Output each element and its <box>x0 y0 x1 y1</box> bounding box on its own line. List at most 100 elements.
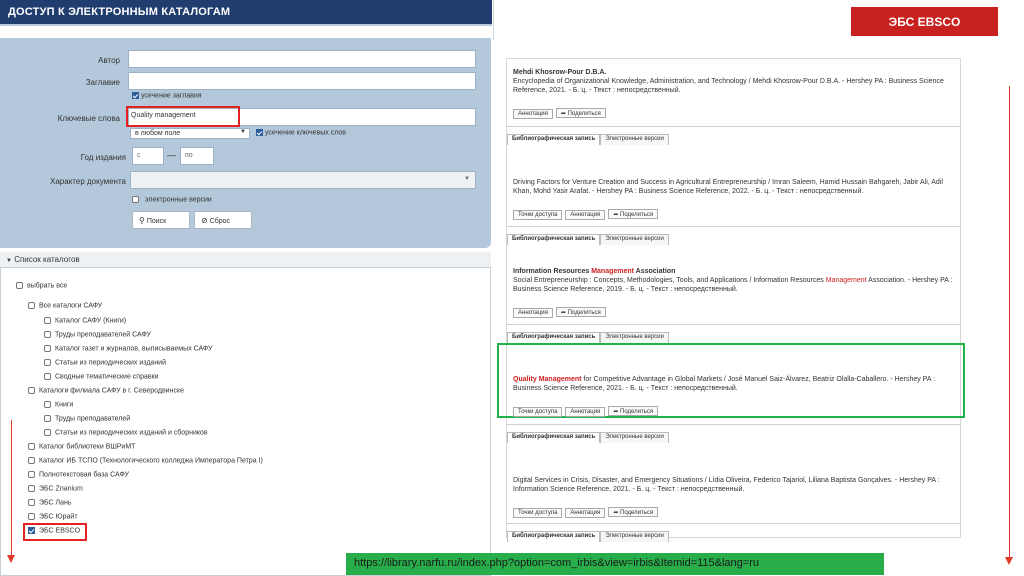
catalog-item[interactable]: Сводные тематические справки <box>44 373 159 380</box>
record-text: Social Entrepreneurship : Concepts, Meth… <box>513 277 953 293</box>
electronic-option[interactable]: электронные версии <box>132 196 212 203</box>
catalog-item[interactable]: Книги <box>44 401 73 408</box>
share-button[interactable]: ➦ Поделиться <box>555 307 606 317</box>
title-cut-checkbox[interactable] <box>132 92 139 99</box>
tab-electronic[interactable]: Электронные версии <box>600 134 669 145</box>
year-from-input[interactable]: с <box>132 147 164 165</box>
catalog-item[interactable]: Каталог библиотеки ВШРиМТ <box>28 443 135 450</box>
access-points-button[interactable]: Точки доступа <box>513 407 563 417</box>
arrow-down-icon <box>7 555 15 563</box>
year-dash: — <box>167 150 176 160</box>
author-label: Автор <box>98 56 120 65</box>
ebsco-badge: ЭБС EBSCO <box>851 7 998 36</box>
arrow-left-line <box>11 420 12 556</box>
record-tabs: Библиографическая запись Электронные верс… <box>507 425 669 443</box>
search-button[interactable]: ⚲ Поиск <box>132 211 190 229</box>
record-text: Digital Services in Crisis, Disaster, an… <box>513 477 940 493</box>
share-button[interactable]: ➦ Поделиться <box>608 209 659 219</box>
title-label: Заглавие <box>85 78 120 87</box>
keyword-cut-checkbox[interactable] <box>256 129 263 136</box>
annotation-button[interactable]: Аннотация <box>565 210 606 220</box>
record-tabs: Библиографическая запись Электронные верс… <box>507 127 669 145</box>
arrow-down-icon <box>1005 557 1013 565</box>
record-actions: Точки доступа Аннотация ➦ Поделиться <box>513 501 661 519</box>
chevron-down-icon: ▼ <box>464 176 470 182</box>
share-icon: ➦ <box>613 510 621 516</box>
catalog-item[interactable]: Статьи из периодических изданий и сборни… <box>44 429 208 436</box>
catalog-item[interactable]: Каталоги филиала САФУ в г. Северодвинске <box>28 387 184 394</box>
year-to-input[interactable]: по <box>180 147 214 165</box>
catalog-item[interactable]: Каталог САФУ (Книги) <box>44 317 126 324</box>
tab-electronic[interactable]: Электронные версии <box>600 531 669 542</box>
electronic-checkbox[interactable] <box>132 196 139 203</box>
tab-bibliographic[interactable]: Библиографическая запись <box>507 332 601 343</box>
annotation-button[interactable]: Аннотация <box>513 308 553 318</box>
tab-electronic[interactable]: Электронные версии <box>600 234 669 245</box>
record-text: Encyclopedia of Organizational Knowledge… <box>513 78 944 94</box>
page-header: ДОСТУП К ЭЛЕКТРОННЫМ КАТАЛОГАМ <box>0 0 492 26</box>
chevron-down-icon: ▼ <box>240 129 246 135</box>
catalog-item[interactable]: Каталог газет и журналов, выписываемых С… <box>44 345 212 352</box>
doc-type-select[interactable]: ▼ <box>130 171 476 189</box>
record-text: Quality Management for Competitive Advan… <box>513 376 936 392</box>
share-icon: ➦ <box>613 212 621 218</box>
record-actions: Точки доступа Аннотация ➦ Поделиться <box>513 400 661 418</box>
access-points-button[interactable]: Точки доступа <box>513 210 563 220</box>
catalog-item[interactable]: Статьи из периодических изданий <box>44 359 166 366</box>
catalog-item[interactable]: Каталог ИБ ТСПО (Технологического коллед… <box>28 457 263 464</box>
tab-electronic[interactable]: Электронные версии <box>600 432 669 443</box>
arrow-right-line <box>1009 86 1010 558</box>
url-label: https://library.narfu.ru/index.php?optio… <box>346 553 884 575</box>
annotation-button[interactable]: Аннотация <box>565 407 606 417</box>
ebsco-checkbox[interactable] <box>28 527 35 534</box>
annotation-button[interactable]: Аннотация <box>513 109 553 119</box>
catalog-list-header[interactable]: ▼ Список каталогов <box>0 252 491 268</box>
header-divider <box>493 0 494 40</box>
share-icon: ➦ <box>613 409 621 415</box>
reset-button[interactable]: ⊘ Сброс <box>194 211 252 229</box>
keywords-highlight: Quality management <box>126 106 240 127</box>
select-all-option[interactable]: выбрать все <box>16 282 67 289</box>
tab-electronic[interactable]: Электронные версии <box>600 332 669 343</box>
share-button[interactable]: ➦ Поделиться <box>608 406 659 416</box>
share-icon: ➦ <box>560 310 568 316</box>
record-author: Information Resources Management Associa… <box>513 268 676 275</box>
catalog-item[interactable]: ЭБС Лань <box>28 499 72 506</box>
tab-bibliographic[interactable]: Библиографическая запись <box>507 531 601 542</box>
record-actions: Аннотация ➦ Поделиться <box>513 102 609 120</box>
catalog-item[interactable]: ЭБС Юрайт <box>28 513 78 520</box>
share-button[interactable]: ➦ Поделиться <box>555 108 606 118</box>
catalog-item[interactable]: Все каталоги САФУ <box>28 302 102 309</box>
record-tabs: Библиографическая запись Электронные верс… <box>507 325 669 343</box>
page-title: ДОСТУП К ЭЛЕКТРОННЫМ КАТАЛОГАМ <box>8 6 231 18</box>
catalog-item-ebsco[interactable]: ЭБС EBSCO <box>28 527 80 534</box>
caret-down-icon: ▼ <box>6 258 12 264</box>
catalog-item[interactable]: Труды преподавателей <box>44 415 130 422</box>
annotation-button[interactable]: Аннотация <box>565 508 606 518</box>
catalog-item[interactable]: Полнотекстовая база САФУ <box>28 471 129 478</box>
keywords-label: Ключевые слова <box>57 114 120 123</box>
tab-bibliographic[interactable]: Библиографическая запись <box>507 134 601 145</box>
record-actions: Точки доступа Аннотация ➦ Поделиться <box>513 203 661 221</box>
search-icon: ⚲ <box>139 216 145 225</box>
title-cut-option[interactable]: усечение заглавия <box>132 92 202 99</box>
record-author: Mehdi Khosrow-Pour D.B.A. <box>513 69 607 76</box>
keyword-field-select[interactable]: в любом поле ▼ <box>130 128 250 139</box>
tab-bibliographic[interactable]: Библиографическая запись <box>507 432 601 443</box>
clear-icon: ⊘ <box>201 216 208 225</box>
keyword-cut-option[interactable]: усечение ключевых слов <box>256 129 346 136</box>
title-input[interactable] <box>128 72 476 90</box>
author-input[interactable] <box>128 50 476 68</box>
doc-type-label: Характер документа <box>50 177 126 186</box>
record-actions: Аннотация ➦ Поделиться <box>513 301 609 319</box>
access-points-button[interactable]: Точки доступа <box>513 508 563 518</box>
share-button[interactable]: ➦ Поделиться <box>608 507 659 517</box>
tab-bibliographic[interactable]: Библиографическая запись <box>507 234 601 245</box>
share-icon: ➦ <box>560 111 568 117</box>
keywords-value: Quality management <box>131 112 196 119</box>
record-tabs: Библиографическая запись Электронные верс… <box>507 227 669 245</box>
catalog-item[interactable]: Труды преподавателей САФУ <box>44 331 151 338</box>
record-tabs: Библиографическая запись Электронные верс… <box>507 524 669 542</box>
year-label: Год издания <box>80 153 126 162</box>
catalog-item[interactable]: ЭБС Znanium <box>28 485 83 492</box>
